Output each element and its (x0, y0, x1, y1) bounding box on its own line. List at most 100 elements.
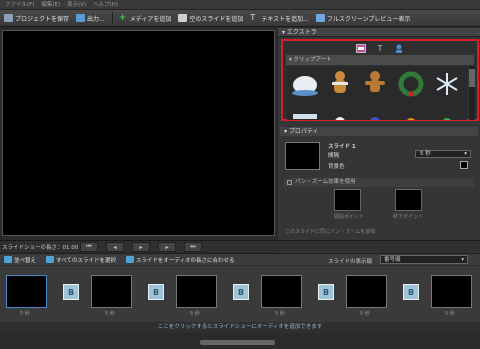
clipart-icicles[interactable] (290, 103, 320, 120)
clipart-scrollbar[interactable] (469, 66, 475, 120)
background-color-swatch[interactable] (460, 161, 468, 169)
clipart-ornament-green[interactable] (432, 103, 462, 120)
transition-1[interactable]: B (63, 284, 79, 300)
transition-4[interactable]: B (318, 284, 334, 300)
fullscreen-label: フルスクリーンプレビュー表示 (326, 15, 411, 23)
select-all-icon (46, 256, 55, 263)
clipart-gingerbread-girl[interactable] (325, 68, 355, 98)
slide-duration: 5 秒 (445, 311, 455, 317)
slideshow-duration: スライドショーの長さ：01:00 (2, 245, 79, 251)
clipart-wreath[interactable] (396, 69, 426, 99)
strip-scroll-thumb[interactable] (200, 340, 275, 345)
strip-scrollbar[interactable] (0, 333, 480, 349)
clipart-grid (287, 66, 467, 120)
extras-title: エクストラ (286, 29, 317, 36)
fit-audio-button[interactable]: スライドをオーディオの長さに合わせる (125, 256, 235, 264)
transition-3[interactable]: B (233, 284, 249, 300)
prev-button[interactable]: ◂ (106, 242, 124, 252)
slide-1[interactable] (6, 275, 47, 308)
panzoom-note: このスライドに同じパン・ズームを追加 (285, 229, 376, 235)
add-text-button[interactable]: T テキストを追加... (250, 14, 309, 23)
chevron-down-icon: ▾ (464, 151, 467, 157)
last-button[interactable]: ⏭ (184, 242, 202, 252)
preview-monitor (2, 30, 275, 236)
save-icon (4, 14, 13, 22)
end-point-label: 終了ポイント (393, 214, 424, 220)
sort-icon (4, 256, 12, 263)
end-point-box (395, 189, 422, 211)
clipart-category[interactable]: ▾ クリップアート (286, 55, 474, 65)
slide-6[interactable] (431, 275, 472, 308)
next-button[interactable]: ▸ (158, 242, 176, 252)
extras-tabs: T (283, 43, 477, 54)
add-blank-slide-button[interactable]: 空のスライドを追加 (178, 14, 243, 23)
menu-view[interactable]: 表示(V) (67, 0, 86, 10)
slide-5[interactable] (346, 275, 387, 308)
clipart-ornament-blue[interactable] (360, 103, 390, 120)
output-button[interactable]: 出力... (76, 14, 105, 23)
clipart-icon (356, 43, 366, 53)
select-all-button[interactable]: すべてのスライドを選択 (46, 256, 116, 264)
extras-header[interactable]: ▾ エクストラ (278, 28, 480, 37)
play-button[interactable]: ▸ (132, 242, 150, 252)
slide-name: スライド 1 (328, 144, 356, 150)
fit-audio-icon (125, 256, 134, 263)
slide-3[interactable] (176, 275, 217, 308)
gingerbread-icon (365, 71, 385, 92)
slide-4[interactable] (261, 275, 302, 308)
transition-2[interactable]: B (148, 284, 164, 300)
output-icon (76, 14, 86, 22)
plus-icon: + (118, 13, 127, 23)
show-order-value: 番号順 (384, 257, 401, 263)
transition-5[interactable]: B (403, 284, 419, 300)
toolbar-divider (111, 12, 113, 24)
audio-hint[interactable]: ここをクリックするとスライドショーにオーディオを追加できます (0, 322, 480, 333)
menu-edit[interactable]: 編集(E) (41, 0, 60, 10)
add-media-button[interactable]: + メディアを追加 (119, 14, 172, 23)
narration-icon (396, 44, 402, 53)
add-text-label: テキストを追加... (261, 15, 309, 23)
first-button[interactable]: ⏮ (80, 242, 98, 252)
slide-2[interactable] (91, 275, 132, 308)
panzoom-row: パン・ズーム効果を使用 (284, 178, 474, 187)
clipart-snowflake[interactable] (432, 69, 462, 99)
slide-duration: 5 秒 (105, 311, 115, 317)
properties-header[interactable]: ▾ プロパティ (280, 127, 478, 136)
slide-thumbnail (285, 142, 320, 170)
clipart-snow-cap[interactable] (290, 70, 320, 100)
extras-panel: T ▾ クリップアート (281, 39, 479, 121)
clipart-tab[interactable] (356, 43, 366, 53)
clipart-scroll-thumb[interactable] (469, 69, 475, 87)
text-tab[interactable]: T (375, 43, 385, 53)
fullscreen-icon (315, 14, 325, 22)
show-order-select[interactable]: 番号順 ▾ (380, 255, 468, 264)
duration-value: 5 秒 (420, 151, 431, 157)
slide-duration: 5 秒 (360, 311, 370, 317)
slide-duration: 5 秒 (190, 311, 200, 317)
duration-select[interactable]: 5 秒 ▾ (415, 150, 471, 158)
menu-file[interactable]: ファイル(F) (5, 0, 34, 10)
narration-tab[interactable] (394, 43, 404, 53)
slide-strip: B B B B B 5 秒 5 秒 5 秒 5 秒 5 秒 5 秒 (0, 266, 480, 322)
panzoom-checkbox[interactable] (287, 180, 292, 185)
snowball-icon (335, 117, 345, 120)
properties-title: プロパティ (288, 128, 319, 135)
select-all-label: すべてのスライドを選択 (56, 257, 116, 264)
sort-button[interactable]: 並べ替え (4, 256, 36, 264)
snow-cap-icon (292, 76, 318, 96)
text-tab-icon: T (377, 43, 383, 53)
slide-tools: 並べ替え すべてのスライドを選択 スライドをオーディオの長さに合わせる スライド… (0, 253, 480, 265)
save-project-button[interactable]: プロジェクトを保存 (4, 14, 69, 23)
clipart-gingerbread-man[interactable] (360, 68, 390, 98)
properties-panel: スライド 1 間隔 5 秒 ▾ 背景色 パン・ズーム効果を使用 開始ポイント 終了… (280, 137, 478, 237)
menu-help[interactable]: ヘルプ(H) (93, 0, 118, 10)
clipart-ornament-orange[interactable] (396, 103, 426, 120)
save-label: プロジェクトを保存 (15, 15, 70, 23)
duration-label: 間隔 (328, 153, 340, 159)
text-icon: T (250, 13, 256, 22)
clipart-snowball[interactable] (325, 103, 355, 120)
slide-duration: 5 秒 (20, 311, 30, 317)
wreath-icon (398, 71, 424, 97)
fullscreen-preview-button[interactable]: フルスクリーンプレビュー表示 (315, 14, 411, 23)
ornament-icon (370, 117, 380, 120)
